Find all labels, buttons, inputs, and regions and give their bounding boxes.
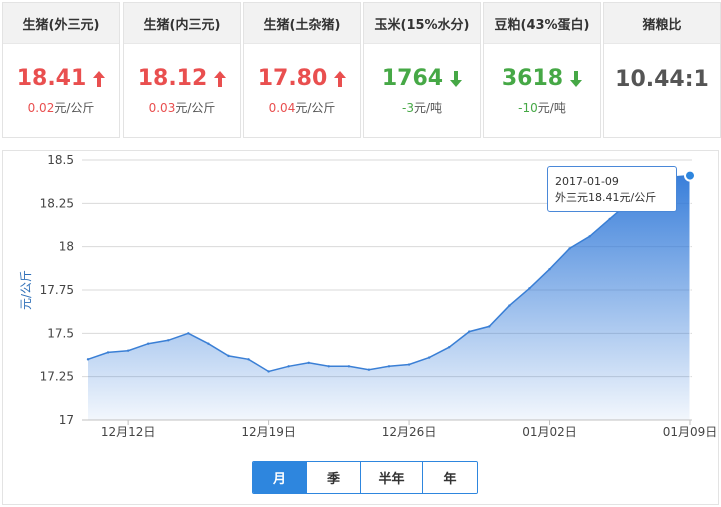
x-tick-label: 12月19日: [241, 425, 296, 439]
x-tick-label: 12月26日: [382, 425, 437, 439]
y-tick-label: 18.25: [40, 196, 74, 210]
data-point: [287, 365, 290, 368]
data-point: [427, 356, 431, 359]
data-point: [267, 370, 270, 373]
period-selector: 月 季 半年 年: [252, 461, 478, 494]
data-point: [327, 365, 330, 368]
y-axis-label: 元/公斤: [19, 270, 33, 310]
data-point: [86, 358, 90, 361]
data-point: [468, 330, 471, 333]
data-point: [247, 358, 250, 361]
data-point: [167, 339, 170, 342]
data-point: [448, 346, 451, 349]
x-tick-label: 01月02日: [522, 425, 577, 439]
y-tick-label: 17.5: [47, 326, 74, 340]
data-point: [508, 304, 511, 307]
period-button-half-year[interactable]: 半年: [361, 462, 423, 493]
data-point: [407, 363, 411, 366]
data-point: [528, 287, 531, 290]
data-point: [548, 268, 551, 271]
y-tick-label: 17.75: [40, 283, 74, 297]
x-tick-label: 12月12日: [101, 425, 156, 439]
data-point: [307, 361, 310, 364]
tooltip-date: 2017-01-09: [555, 175, 619, 188]
period-button-month[interactable]: 月: [253, 462, 307, 493]
y-tick-label: 18.5: [47, 153, 74, 167]
data-point: [207, 342, 210, 345]
period-button-year[interactable]: 年: [423, 462, 477, 493]
y-tick-label: 18: [59, 240, 74, 254]
y-tick-label: 17.25: [40, 370, 74, 384]
data-point: [387, 365, 391, 368]
period-button-quarter[interactable]: 季: [307, 462, 361, 493]
data-point: [608, 217, 611, 221]
data-point: [488, 325, 491, 328]
series-area: [88, 175, 690, 420]
data-point: [367, 368, 371, 371]
data-point: [347, 365, 351, 368]
x-tick-label: 01月09日: [663, 425, 718, 439]
y-tick-label: 17: [59, 413, 74, 427]
data-point: [106, 351, 110, 354]
tooltip-text: 外三元18.41元/公斤: [555, 191, 657, 204]
data-point: [588, 235, 591, 238]
data-point: [187, 332, 190, 335]
highlighted-data-point: [684, 169, 696, 182]
data-point: [147, 342, 150, 345]
price-chart: 17 17.25 17.5 17.75 18 18.25 18.5 元/公斤 12月12日 12月…: [19, 153, 718, 439]
data-point: [568, 247, 571, 250]
data-point: [227, 354, 230, 358]
data-point: [126, 349, 130, 352]
chart-tooltip: 2017-01-09 外三元18.41元/公斤: [547, 166, 677, 212]
